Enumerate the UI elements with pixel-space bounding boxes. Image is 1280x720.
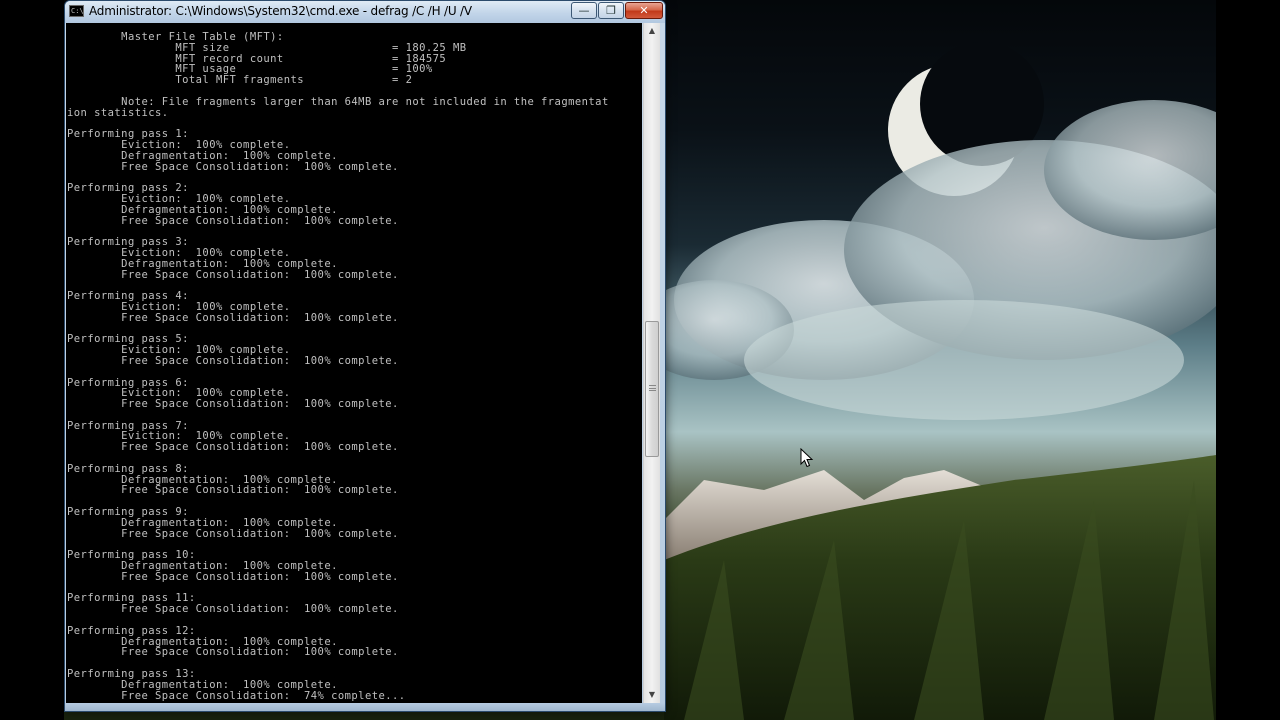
letterbox-right bbox=[1216, 0, 1280, 720]
console-line: Defragmentation: 100% complete. bbox=[67, 203, 338, 216]
console-line: Defragmentation: 100% complete. bbox=[67, 257, 338, 270]
cloud bbox=[744, 300, 1184, 420]
console-output[interactable]: Master File Table (MFT): MFT size = 180.… bbox=[66, 23, 642, 703]
scroll-up-arrow-icon[interactable]: ▲ bbox=[644, 23, 660, 39]
console-line: Free Space Consolidation: 100% complete. bbox=[67, 484, 399, 497]
vertical-scrollbar[interactable]: ▲ ▼ bbox=[643, 23, 660, 703]
cmd-icon[interactable]: C:\ bbox=[69, 5, 84, 17]
minimize-button[interactable]: — bbox=[571, 2, 597, 19]
console-line: Free Space Consolidation: 100% complete. bbox=[67, 160, 399, 173]
console-line: MFT size = 180.25 MB bbox=[67, 41, 467, 54]
console-line: Free Space Consolidation: 100% complete. bbox=[67, 311, 399, 324]
console-line: Free Space Consolidation: 100% complete. bbox=[67, 603, 399, 616]
console-line: Free Space Consolidation: 100% complete. bbox=[67, 646, 399, 659]
console-line: Defragmentation: 100% complete. bbox=[67, 678, 338, 691]
close-button[interactable]: ✕ bbox=[625, 2, 663, 19]
mouse-pointer-icon bbox=[800, 448, 814, 468]
console-line: Defragmentation: 100% complete. bbox=[67, 149, 338, 162]
console-line: Free Space Consolidation: 100% complete. bbox=[67, 398, 399, 411]
title-bar[interactable]: C:\ Administrator: C:\Windows\System32\c… bbox=[65, 1, 665, 23]
console-line: Free Space Consolidation: 100% complete. bbox=[67, 441, 399, 454]
cmd-window[interactable]: C:\ Administrator: C:\Windows\System32\c… bbox=[64, 0, 666, 712]
console-line: Free Space Consolidation: 100% complete. bbox=[67, 570, 399, 583]
console-line: Total MFT fragments = 2 bbox=[67, 74, 413, 87]
console-text: Master File Table (MFT): MFT size = 180.… bbox=[67, 32, 642, 701]
console-line: Performing pass 12: bbox=[67, 624, 196, 637]
scroll-thumb[interactable] bbox=[645, 321, 659, 457]
grip-icon bbox=[649, 385, 656, 391]
scroll-down-arrow-icon[interactable]: ▼ bbox=[644, 687, 660, 703]
console-line: Note: File fragments larger than 64MB ar… bbox=[67, 95, 609, 108]
console-line: Free Space Consolidation: 100% complete. bbox=[67, 214, 399, 227]
console-line: Free Space Consolidation: 100% complete. bbox=[67, 527, 399, 540]
window-frame-bottom bbox=[65, 703, 665, 711]
letterbox-left bbox=[0, 0, 64, 720]
console-line: Free Space Consolidation: 100% complete. bbox=[67, 354, 399, 367]
console-line: Free Space Consolidation: 100% complete. bbox=[67, 268, 399, 281]
window-title: Administrator: C:\Windows\System32\cmd.e… bbox=[89, 4, 472, 18]
maximize-button[interactable]: ❐ bbox=[598, 2, 624, 19]
console-line: Free Space Consolidation: 74% complete..… bbox=[67, 689, 406, 702]
console-line: ion statistics. bbox=[67, 106, 169, 119]
